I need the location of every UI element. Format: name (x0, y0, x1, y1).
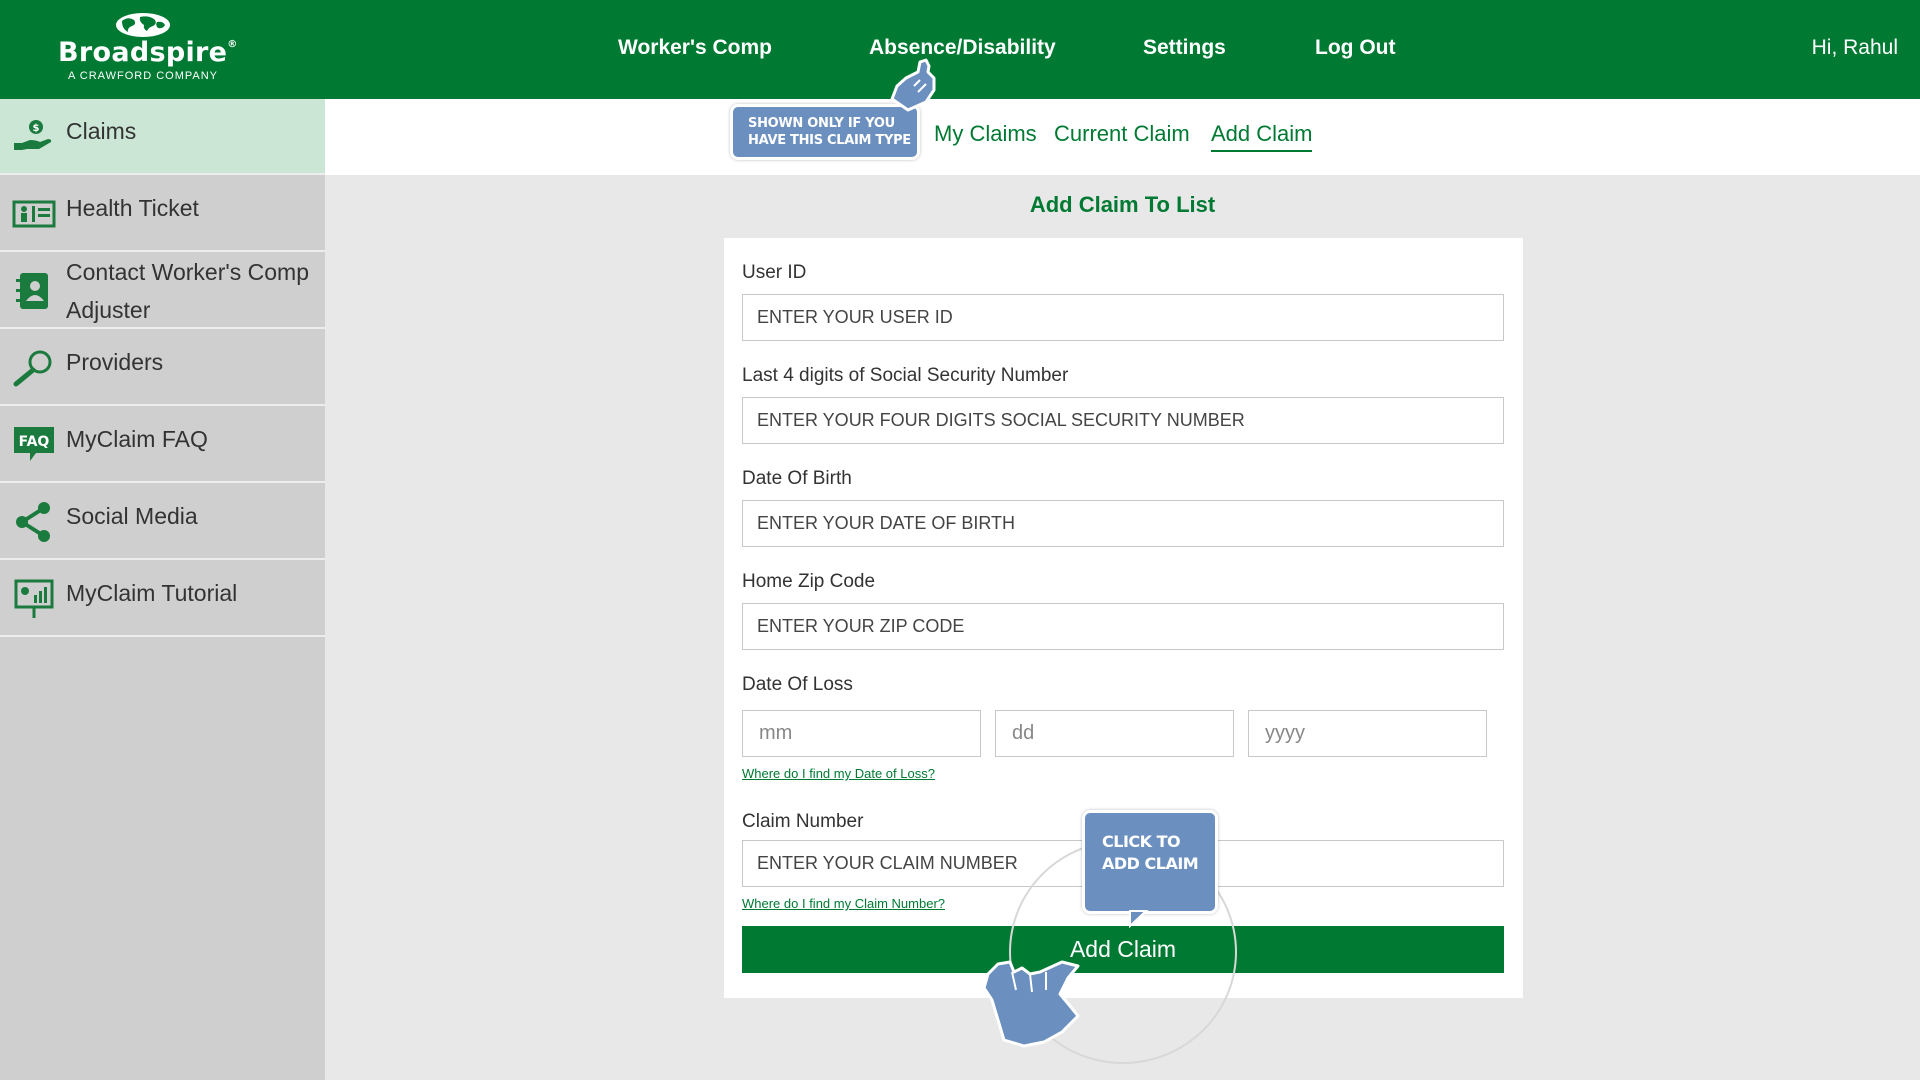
callout-text-line2: ADD CLAIM (1102, 854, 1199, 873)
zip-input[interactable] (742, 603, 1504, 650)
nav-settings[interactable]: Settings (1143, 36, 1226, 60)
sidebar-item-health-ticket[interactable]: Health Ticket (0, 176, 325, 252)
sub-navigation: My Claims Current Claim Add Claim (325, 99, 1920, 175)
registered-mark: ® (227, 39, 238, 50)
ssn-label: Last 4 digits of Social Security Number (742, 365, 1069, 386)
presentation-board-icon (14, 579, 54, 618)
user-id-input[interactable] (742, 294, 1504, 341)
sidebar-item-social-media[interactable]: Social Media (0, 484, 325, 560)
magnifier-icon (13, 350, 52, 387)
sidebar-item-claims[interactable]: $ Claims (0, 99, 325, 175)
svg-text:$: $ (33, 123, 40, 134)
nav-workers-comp[interactable]: Worker's Comp (618, 36, 772, 60)
page-title: Add Claim To List (1029, 192, 1216, 217)
tutorial-callout-add-claim: CLICK TO ADD CLAIM (1082, 810, 1218, 914)
sidebar-item-providers[interactable]: Providers (0, 330, 325, 406)
top-header: Broadspire® A CRAWFORD COMPANY Worker's … (0, 0, 1920, 99)
sidebar-item-label: MyClaim FAQ (66, 426, 208, 452)
broadspire-logo[interactable]: Broadspire® A CRAWFORD COMPANY (58, 12, 237, 88)
nav-absence-disability[interactable]: Absence/Disability (869, 36, 1056, 60)
sidebar-item-label: Claims (66, 118, 137, 144)
loss-day-input[interactable] (995, 710, 1234, 757)
tutorial-callout-claim-type: SHOWN ONLY IF YOU HAVE THIS CLAIM TYPE (730, 104, 920, 160)
nav-log-out[interactable]: Log Out (1315, 36, 1395, 60)
svg-text:FAQ: FAQ (19, 434, 50, 450)
globe-logo-icon (116, 13, 170, 37)
loss-month-input[interactable] (742, 710, 981, 757)
contact-book-icon (16, 273, 48, 309)
tab-current-claim[interactable]: Current Claim (1054, 121, 1190, 147)
user-greeting: Hi, Rahul (1811, 36, 1898, 59)
claims-hand-dollar-icon: $ (14, 120, 52, 150)
zip-label: Home Zip Code (742, 571, 876, 592)
sidebar-item-myclaim-faq[interactable]: FAQ MyClaim FAQ (0, 407, 325, 483)
tab-my-claims[interactable]: My Claims (934, 121, 1037, 147)
callout-text-line2: HAVE THIS CLAIM TYPE (748, 133, 911, 148)
loss-year-input[interactable] (1248, 710, 1487, 757)
sidebar-item-label: Providers (66, 349, 164, 375)
share-icon (16, 502, 50, 542)
ssn-input[interactable] (742, 397, 1504, 444)
logo-name: Broadspire (58, 37, 228, 68)
logo-tagline: A CRAWFORD COMPANY (67, 70, 218, 82)
sidebar-item-myclaim-tutorial[interactable]: MyClaim Tutorial (0, 561, 325, 637)
sidebar-item-label: Contact Worker's Comp (66, 259, 309, 285)
sidebar: $ Claims Health Ticket Contact Worker's … (0, 99, 325, 1080)
user-id-label: User ID (742, 262, 807, 283)
sidebar-item-contact-adjuster[interactable]: Contact Worker's Comp Adjuster (0, 253, 325, 329)
claim-number-help-link[interactable]: Where do I find my Claim Number? (742, 896, 945, 911)
dob-input[interactable] (742, 500, 1504, 547)
callout-text-line1: SHOWN ONLY IF YOU (748, 116, 895, 131)
date-of-loss-help-link[interactable]: Where do I find my Date of Loss? (742, 766, 935, 781)
sidebar-item-label: MyClaim Tutorial (66, 580, 238, 606)
health-ticket-icon (12, 200, 56, 228)
date-of-loss-label: Date Of Loss (742, 674, 853, 695)
sidebar-item-label: Health Ticket (66, 195, 199, 221)
tab-add-claim[interactable]: Add Claim (1211, 121, 1313, 152)
claim-number-label: Claim Number (742, 811, 864, 832)
callout-text-line1: CLICK TO (1102, 832, 1181, 851)
sidebar-item-label: Social Media (66, 503, 198, 529)
faq-bubble-icon: FAQ (14, 427, 54, 461)
dob-label: Date Of Birth (742, 468, 852, 489)
sidebar-item-label-line2: Adjuster (66, 297, 151, 323)
